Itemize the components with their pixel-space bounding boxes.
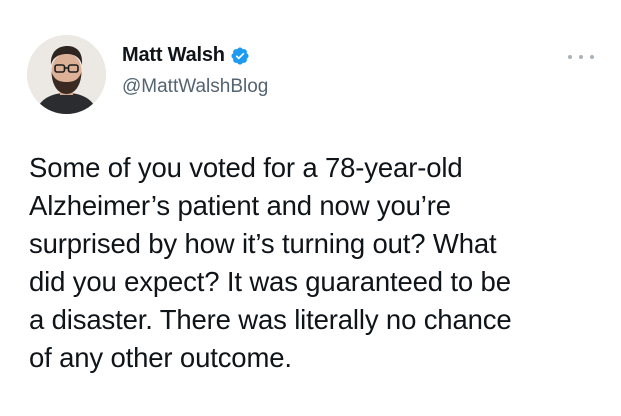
tweet-text-line: of any other outcome. bbox=[29, 342, 292, 373]
author-avatar[interactable] bbox=[27, 35, 106, 114]
tweet-text-line: Some of you voted for a 78-year-old bbox=[29, 152, 463, 183]
tweet-text-line: a disaster. There was literally no chanc… bbox=[29, 304, 512, 335]
verified-badge-icon bbox=[231, 46, 249, 65]
author-display-name[interactable]: Matt Walsh bbox=[122, 44, 225, 67]
avatar-photo bbox=[27, 35, 106, 114]
more-dot bbox=[590, 55, 594, 59]
tweet-text-line: did you expect? It was guaranteed to be bbox=[29, 266, 511, 297]
more-dot bbox=[568, 55, 572, 59]
more-dot bbox=[579, 55, 583, 59]
author-handle[interactable]: @MattWalshBlog bbox=[122, 76, 268, 98]
author-name-row[interactable]: Matt Walsh bbox=[122, 44, 250, 67]
tweet-text-line: Alzheimer’s patient and now you’re bbox=[29, 190, 451, 221]
tweet-card: Matt Walsh @MattWalshBlog Some of you vo… bbox=[0, 0, 621, 416]
tweet-text: Some of you voted for a 78-year-old Alzh… bbox=[29, 149, 609, 377]
more-options-icon[interactable] bbox=[568, 52, 594, 62]
tweet-text-line: surprised by how it’s turning out? What bbox=[29, 228, 497, 259]
